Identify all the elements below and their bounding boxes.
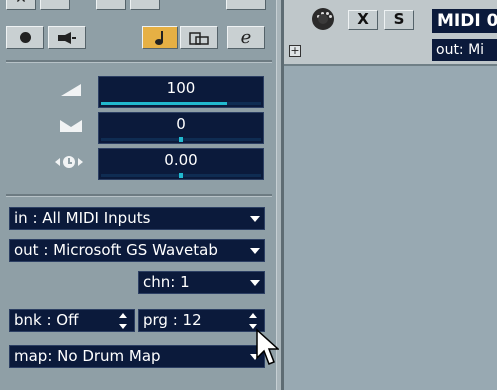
delay-marker <box>179 173 183 178</box>
separator <box>6 194 272 197</box>
chevron-down-icon <box>250 248 260 254</box>
drum-map-dropdown[interactable]: map: No Drum Map <box>9 345 265 368</box>
bank-label: bnk : Off <box>14 311 79 329</box>
monitor-icon <box>58 31 76 44</box>
midi-port-icon <box>312 8 334 30</box>
program-label: prg : 12 <box>143 311 202 329</box>
midi-track-header[interactable]: X S MIDI 0 out: Mi + <box>284 0 497 66</box>
pan-field[interactable]: 0 <box>98 112 264 144</box>
delay-field[interactable]: 0.00 <box>98 148 264 180</box>
mouse-cursor-icon <box>256 328 279 365</box>
program-field[interactable]: prg : 12 <box>138 309 265 332</box>
expand-button[interactable]: + <box>289 45 301 57</box>
track-inspector: ✕ e <box>0 0 281 390</box>
inspector-panel: ✕ e <box>0 0 276 390</box>
read-button-top[interactable] <box>96 0 126 10</box>
volume-icon <box>56 80 86 100</box>
midi-channel-dropdown[interactable]: chn: 1 <box>138 271 265 294</box>
record-enable-icon <box>19 32 31 43</box>
lock-button[interactable] <box>180 26 218 49</box>
track-name[interactable]: MIDI 0 <box>432 9 497 33</box>
pan-marker <box>179 137 183 142</box>
mute-button-top[interactable]: ✕ <box>6 0 36 10</box>
track-list: X S MIDI 0 out: Mi + <box>284 0 497 390</box>
pan-icon <box>56 116 86 136</box>
pan-bar <box>101 137 261 142</box>
midi-output-dropdown[interactable]: out : Microsoft GS Wavetab <box>9 239 265 262</box>
program-stepper-icon[interactable] <box>249 313 259 329</box>
timebase-button[interactable] <box>142 26 178 49</box>
mute-button[interactable]: X <box>348 10 378 30</box>
note-icon <box>155 30 163 45</box>
midi-input-label: in : All MIDI Inputs <box>14 209 151 227</box>
solo-button[interactable]: S <box>384 10 414 30</box>
lock-icon <box>189 31 209 45</box>
record-enable-button[interactable] <box>6 26 44 49</box>
monitor-button[interactable] <box>48 26 86 49</box>
volume-value: 100 <box>166 79 196 97</box>
midi-output-label: out : Microsoft GS Wavetab <box>14 241 218 259</box>
edit-icon: e <box>240 27 252 48</box>
delay-bar <box>101 173 261 178</box>
write-button-top[interactable] <box>130 0 160 10</box>
solo-button-top[interactable] <box>40 0 70 10</box>
track-output[interactable]: out: Mi <box>432 39 497 61</box>
midi-input-dropdown[interactable]: in : All MIDI Inputs <box>9 207 265 230</box>
chevron-down-icon <box>250 280 260 286</box>
separator <box>6 60 272 63</box>
volume-field[interactable]: 100 <box>98 76 264 108</box>
cubase-project-window: ✕ e <box>0 0 497 390</box>
delay-icon <box>54 152 84 172</box>
bank-field[interactable]: bnk : Off <box>9 309 135 332</box>
bank-stepper-icon[interactable] <box>119 313 129 329</box>
delay-value: 0.00 <box>164 151 198 169</box>
volume-bar <box>101 102 261 105</box>
drum-map-label: map: No Drum Map <box>14 347 161 365</box>
edit-button[interactable]: e <box>227 26 265 49</box>
chevron-down-icon <box>250 216 260 222</box>
arrow-button-top[interactable] <box>226 0 266 10</box>
midi-channel-label: chn: 1 <box>143 273 190 291</box>
volume-bar-fill <box>101 102 228 105</box>
pan-value: 0 <box>176 115 186 133</box>
